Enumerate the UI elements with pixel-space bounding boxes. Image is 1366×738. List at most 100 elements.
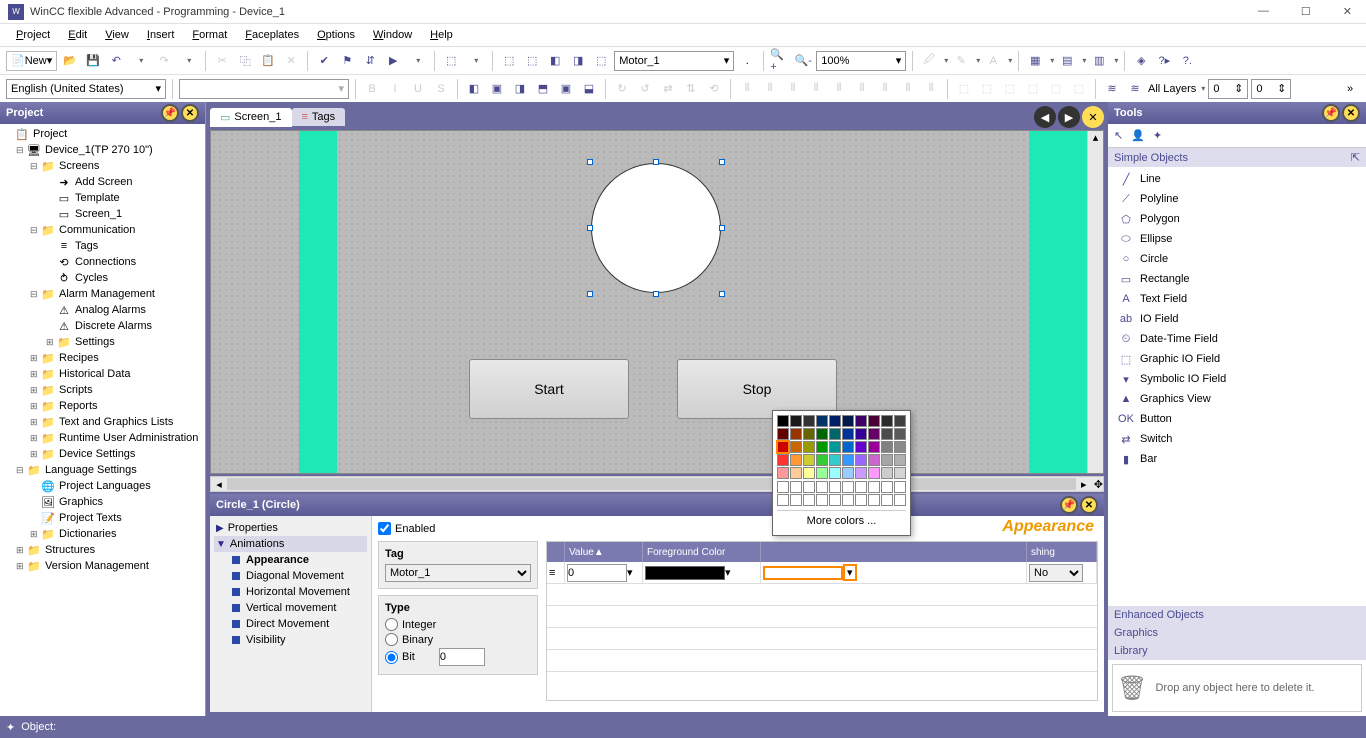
color-swatch-empty[interactable] [894,494,906,506]
transfer-icon[interactable]: ⇵ [360,51,380,71]
menu-insert[interactable]: Insert [139,27,183,43]
project-tree[interactable]: 📋Project⊟🖥Device_1(TP 270 10")⊟📁Screens➜… [0,124,205,716]
color-swatch[interactable] [842,454,854,466]
help-icon-1[interactable]: ◈ [1131,51,1151,71]
tree-item[interactable]: ➜Add Screen [2,174,203,190]
cut-icon[interactable]: ✂ [212,51,232,71]
color-swatch-empty[interactable] [855,494,867,506]
motor-combo[interactable]: Motor_1▾ [614,51,734,71]
rotate-icon-3[interactable]: ⟲ [704,79,724,99]
tool-graphics-view[interactable]: ▲Graphics View [1108,389,1366,409]
tree-item[interactable]: ▭Screen_1 [2,206,203,222]
align-left-icon[interactable]: ◧ [464,79,484,99]
tab-screen-1[interactable]: ▭Screen_1 [210,108,292,127]
color-swatch-empty[interactable] [816,494,828,506]
redo-icon[interactable]: ↷ [154,51,174,71]
tree-item[interactable]: ⊟📁Communication [2,222,203,238]
color-swatch-empty[interactable] [803,494,815,506]
color-swatch-empty[interactable] [868,481,880,493]
tool-ellipse[interactable]: ⬭Ellipse [1108,229,1366,249]
tab-prev-icon[interactable]: ◀ [1034,106,1056,128]
pattern-icon-3[interactable]: ▥ [1089,51,1109,71]
section-enhanced-objects[interactable]: Enhanced Objects [1108,606,1366,624]
tool-line[interactable]: ╱Line [1108,169,1366,189]
canvas[interactable]: TOUC Start Stop ▴ [210,130,1104,474]
tree-item[interactable]: ⊞📁Runtime User Administration [2,430,203,446]
color-swatch[interactable] [881,441,893,453]
bold-icon[interactable]: B [362,79,382,99]
color-swatch-empty[interactable] [790,481,802,493]
type-bit-radio[interactable]: Bit [385,648,531,666]
distribute-icon-3[interactable]: ⫴ [783,79,803,99]
color-swatch-empty[interactable] [881,494,893,506]
flip-v-icon[interactable]: ⇅ [681,79,701,99]
scrollbar-v[interactable]: ▴ [1087,131,1103,473]
color-swatch[interactable] [829,454,841,466]
toolbar-icon-c[interactable]: ⬚ [522,51,542,71]
align-center-icon[interactable]: ▣ [487,79,507,99]
align-bottom-icon[interactable]: ⬓ [579,79,599,99]
color-swatch[interactable] [777,415,789,427]
color-swatch[interactable] [790,415,802,427]
color-swatch-empty[interactable] [855,481,867,493]
menu-view[interactable]: View [97,27,137,43]
color-swatch-empty[interactable] [803,481,815,493]
color-swatch[interactable] [816,415,828,427]
color-swatch[interactable] [803,428,815,440]
color-swatch[interactable] [777,467,789,479]
tool-symbolic-io-field[interactable]: ▾Symbolic IO Field [1108,369,1366,389]
color-picker-popup[interactable]: More colors ... [772,410,911,536]
section-library[interactable]: Library [1108,642,1366,660]
tree-item[interactable]: ≡Tags [2,238,203,254]
distribute-icon-9[interactable]: ⫴ [921,79,941,99]
color-swatch-empty[interactable] [894,481,906,493]
layer-icon-2[interactable]: ≋ [1125,79,1145,99]
color-swatch[interactable] [855,441,867,453]
tree-item[interactable]: ▭Template [2,190,203,206]
color-swatch[interactable] [790,428,802,440]
color-swatch-empty[interactable] [777,494,789,506]
category-properties[interactable]: ▶Properties [214,520,367,536]
maximize-button[interactable]: ☐ [1295,3,1317,20]
flip-h-icon[interactable]: ⇄ [658,79,678,99]
color-swatch[interactable] [881,467,893,479]
color-swatch[interactable] [790,454,802,466]
distribute-icon-1[interactable]: ⫴ [737,79,757,99]
color-swatch[interactable] [829,467,841,479]
tree-item[interactable]: 📝Project Texts [2,510,203,526]
panel-close-icon[interactable]: ✕ [181,104,199,122]
flag-icon[interactable]: ⚑ [337,51,357,71]
toolbar-overflow-icon[interactable]: » [1340,79,1360,99]
color-swatch[interactable] [816,467,828,479]
zoom-in-icon[interactable]: 🔍+ [770,51,790,71]
color-swatch[interactable] [881,415,893,427]
bit-value-input[interactable] [439,648,485,666]
color-swatch[interactable] [816,441,828,453]
text-color-icon[interactable]: A [983,51,1003,71]
help-icon-3[interactable]: ?. [1177,51,1197,71]
color-swatch[interactable] [894,441,906,453]
anim-sub-vertical-movement[interactable]: Vertical movement [214,600,367,616]
grid-row[interactable]: ≡ ▾ ▾ ▾ No [547,562,1097,584]
pointer-icon[interactable]: ↖ [1114,129,1123,142]
tree-item[interactable]: 📋Project [2,126,203,142]
color-swatch[interactable] [894,454,906,466]
paste-icon[interactable]: 📋 [258,51,278,71]
color-swatch-empty[interactable] [829,494,841,506]
rotate-icon-1[interactable]: ↻ [612,79,632,99]
tool-icon-2[interactable]: 👤 [1131,129,1145,142]
color-swatch[interactable] [868,454,880,466]
tool-text-field[interactable]: AText Field [1108,289,1366,309]
color-swatch[interactable] [777,441,789,453]
section-simple-objects[interactable]: Simple Objects⇱ [1108,148,1366,167]
minimize-button[interactable]: — [1252,3,1275,20]
underline-icon[interactable]: U [408,79,428,99]
color-swatch-empty[interactable] [881,481,893,493]
color-swatch[interactable] [855,415,867,427]
pattern-icon-2[interactable]: ▤ [1057,51,1077,71]
color-swatch[interactable] [868,415,880,427]
color-swatch-empty[interactable] [842,494,854,506]
color-swatch[interactable] [790,467,802,479]
color-swatch-empty[interactable] [868,494,880,506]
color-swatch[interactable] [881,454,893,466]
